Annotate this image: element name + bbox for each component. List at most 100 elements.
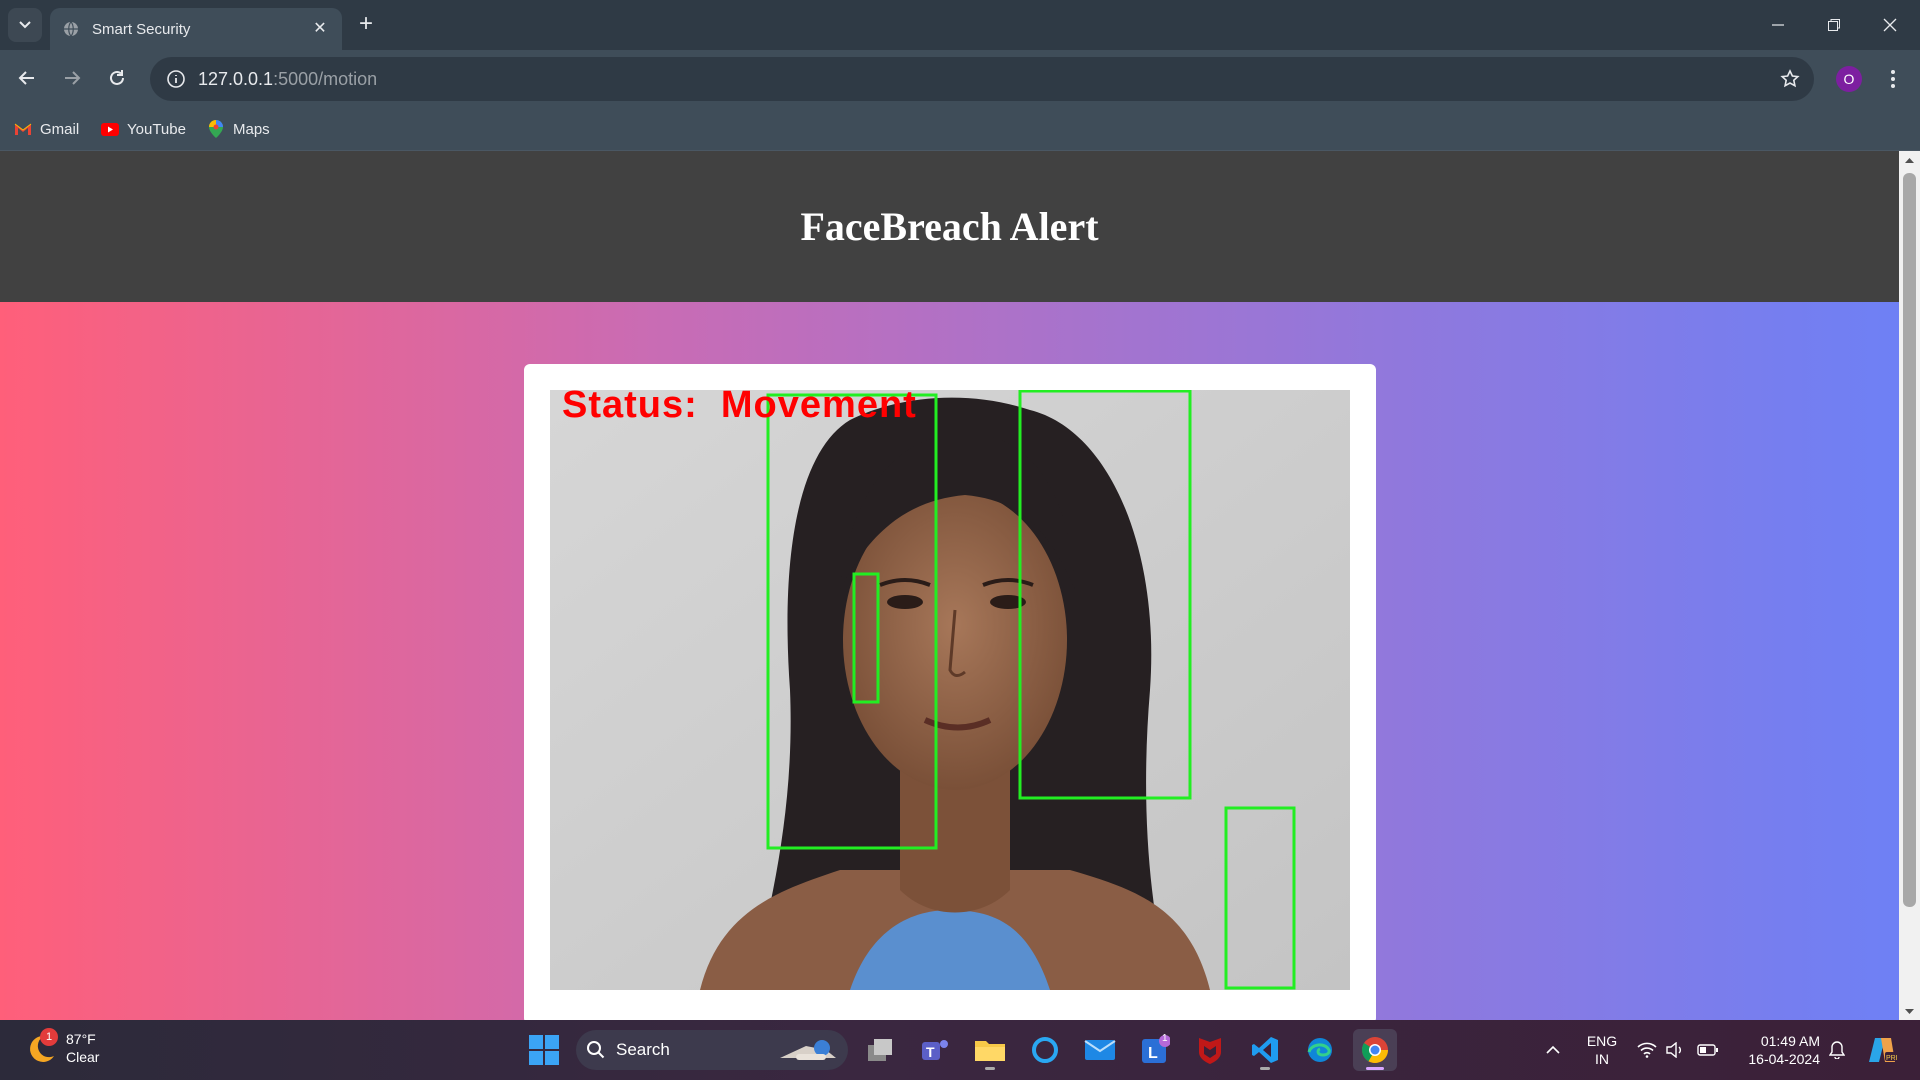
- chrome-icon: [1361, 1037, 1389, 1064]
- forward-button[interactable]: [54, 60, 90, 96]
- weather-badge: 1: [40, 1028, 58, 1046]
- search-placeholder: Search: [616, 1040, 670, 1059]
- teams-button[interactable]: T: [913, 1029, 957, 1071]
- gmail-icon: [14, 120, 32, 138]
- motion-status-overlay: Status: Movement: [562, 390, 917, 426]
- moon-icon: 1: [22, 1028, 58, 1066]
- minimize-button[interactable]: [1750, 0, 1806, 50]
- close-window-button[interactable]: [1862, 0, 1918, 50]
- windows-taskbar: 1 87°F Clear Search T L 1 ENG IN 01:49 A…: [0, 1020, 1920, 1080]
- tab-strip: Smart Security ✕ +: [0, 0, 1920, 50]
- new-tab-button[interactable]: +: [352, 10, 380, 38]
- profile-avatar[interactable]: O: [1836, 66, 1862, 92]
- more-vertical-icon: [1891, 70, 1895, 88]
- volume-icon[interactable]: [1662, 1020, 1688, 1080]
- mcafee-button[interactable]: [1188, 1029, 1232, 1071]
- teams-icon: T: [922, 1040, 948, 1060]
- battery-icon[interactable]: [1694, 1020, 1722, 1080]
- copilot-icon[interactable]: PRE: [1862, 1020, 1902, 1080]
- wifi-icon[interactable]: [1634, 1020, 1660, 1080]
- chrome-button[interactable]: [1353, 1029, 1397, 1071]
- bookmark-star-icon[interactable]: [1778, 67, 1802, 91]
- lang-line1: ENG: [1586, 1033, 1618, 1049]
- vscode-button[interactable]: [1243, 1029, 1287, 1071]
- clock-date: 16-04-2024: [1748, 1051, 1820, 1067]
- bookmark-youtube[interactable]: YouTube: [101, 116, 186, 142]
- linkedin-badge: 1: [1162, 1033, 1168, 1044]
- chevron-down-icon: [19, 21, 31, 29]
- language-indicator[interactable]: ENG IN: [1580, 1032, 1624, 1068]
- windows-icon: [529, 1035, 559, 1065]
- lang-line2: IN: [1595, 1051, 1609, 1067]
- page-scrollbar[interactable]: [1899, 151, 1920, 1020]
- scroll-down-arrow-icon[interactable]: [1899, 1003, 1920, 1020]
- browser-menu-button[interactable]: [1880, 64, 1906, 94]
- minimize-icon: [1772, 24, 1784, 26]
- clock-time: 01:49 AM: [1760, 1033, 1820, 1049]
- tab-smart-security[interactable]: Smart Security ✕: [50, 8, 342, 50]
- page-body: FaceBreach Alert Status: Movement: [0, 151, 1899, 1020]
- search-icon: [576, 1040, 616, 1060]
- browser-toolbar: 127.0.0.1:5000/motion O: [0, 50, 1920, 108]
- bookmark-label: Maps: [233, 120, 270, 138]
- edge-button[interactable]: [1298, 1029, 1342, 1071]
- file-explorer-icon: [975, 1041, 1005, 1061]
- reload-icon: [110, 70, 124, 85]
- vscode-icon: [1252, 1037, 1278, 1063]
- app-active-indicator: [1366, 1067, 1384, 1070]
- file-explorer-button[interactable]: [968, 1029, 1012, 1071]
- restore-button[interactable]: [1806, 0, 1862, 50]
- notifications-bell-icon[interactable]: [1824, 1020, 1850, 1080]
- bookmark-gmail[interactable]: Gmail: [14, 116, 79, 142]
- svg-text:PRE: PRE: [1886, 1055, 1897, 1062]
- weather-desc: Clear: [66, 1049, 100, 1065]
- page-header: FaceBreach Alert: [0, 151, 1899, 302]
- cortana-button[interactable]: [1023, 1029, 1067, 1071]
- maps-icon: [207, 120, 225, 138]
- linkedin-button[interactable]: L 1: [1133, 1029, 1177, 1071]
- svg-text:L: L: [1148, 1045, 1158, 1062]
- scroll-up-arrow-icon[interactable]: [1899, 151, 1920, 168]
- app-running-indicator: [1260, 1067, 1270, 1070]
- show-hidden-icons-button[interactable]: [1538, 1020, 1568, 1080]
- mcafee-icon: [1199, 1038, 1221, 1064]
- svg-text:T: T: [926, 1044, 935, 1060]
- bookmark-maps[interactable]: Maps: [207, 116, 270, 142]
- address-bar[interactable]: 127.0.0.1:5000/motion: [150, 57, 1814, 101]
- edge-icon: [1307, 1038, 1332, 1062]
- bookmark-label: YouTube: [127, 120, 186, 138]
- reload-button[interactable]: [99, 60, 135, 96]
- arrow-left-icon: [18, 71, 34, 85]
- start-button[interactable]: [528, 1034, 560, 1066]
- bookmark-label: Gmail: [40, 120, 80, 138]
- globe-icon: [62, 20, 80, 38]
- app-running-indicator: [985, 1067, 995, 1070]
- page-viewport: FaceBreach Alert Status: Movement: [0, 151, 1920, 1020]
- site-info-icon[interactable]: [154, 69, 198, 89]
- task-view-button[interactable]: [858, 1029, 902, 1071]
- weather-widget[interactable]: 1 87°F Clear: [22, 1028, 100, 1066]
- system-clock[interactable]: 01:49 AM 16-04-2024: [1730, 1032, 1820, 1068]
- tab-search-button[interactable]: [8, 8, 42, 42]
- mail-icon: [1084, 1040, 1116, 1060]
- youtube-icon: [101, 120, 119, 138]
- cortana-icon: [1032, 1037, 1058, 1063]
- search-highlight-icon: [780, 1040, 836, 1060]
- camera-frame-image: [550, 390, 1350, 990]
- chevron-up-icon: [1546, 1045, 1560, 1054]
- page-title: FaceBreach Alert: [800, 204, 1099, 249]
- camera-feed: Status: Movement: [550, 390, 1350, 990]
- bookmarks-bar: Gmail YouTube Maps: [0, 108, 1920, 151]
- mail-button[interactable]: [1078, 1029, 1122, 1071]
- task-view-icon: [868, 1039, 892, 1061]
- url-path: :5000/motion: [273, 68, 378, 89]
- weather-temp: 87°F: [66, 1031, 96, 1047]
- back-button[interactable]: [9, 60, 45, 96]
- taskbar-search[interactable]: Search: [576, 1030, 848, 1070]
- restore-icon: [1828, 19, 1840, 31]
- close-icon: [1883, 18, 1897, 32]
- video-card: Status: Movement: [524, 364, 1376, 1020]
- url-host: 127.0.0.1: [198, 68, 274, 89]
- close-tab-icon[interactable]: ✕: [310, 18, 330, 38]
- scrollbar-thumb[interactable]: [1903, 173, 1916, 907]
